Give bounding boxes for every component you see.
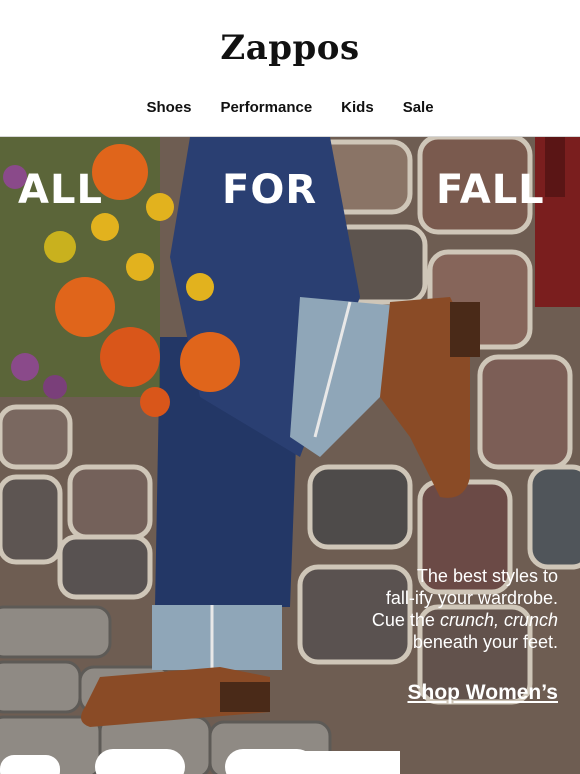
- jeans-cuff-back: [152, 605, 282, 670]
- zappos-logo[interactable]: Zappos: [0, 28, 580, 68]
- nav-link-performance[interactable]: Performance: [220, 99, 312, 116]
- email-header: Zappos Shoes Performance Kids Sale: [0, 0, 580, 137]
- copy-line-3: Cue the crunch, crunch: [298, 609, 558, 631]
- headline-word-fall: FALL: [436, 167, 545, 213]
- shop-womens-link[interactable]: Shop Women’s: [407, 681, 558, 705]
- copy-line-3-emphasis: crunch, crunch: [439, 610, 558, 630]
- nav-link-kids[interactable]: Kids: [341, 99, 374, 116]
- hero-photo: [0, 137, 580, 774]
- nav-link-shoes[interactable]: Shoes: [146, 99, 191, 116]
- hero-banner[interactable]: ALL FOR FALL The best styles to fall-ify…: [0, 137, 580, 774]
- hero-copy: The best styles to fall-ify your wardrob…: [298, 565, 558, 653]
- primary-nav: Shoes Performance Kids Sale: [0, 99, 580, 116]
- copy-line-4: beneath your feet.: [412, 632, 558, 652]
- copy-line-2: fall-ify your wardrobe.: [385, 588, 558, 608]
- headline-word-all: ALL: [18, 167, 103, 213]
- nav-link-sale[interactable]: Sale: [403, 99, 434, 116]
- copy-line-1: The best styles to: [416, 566, 558, 586]
- headline-word-for: FOR: [222, 167, 318, 213]
- copy-line-3-prefix: Cue the: [371, 610, 440, 630]
